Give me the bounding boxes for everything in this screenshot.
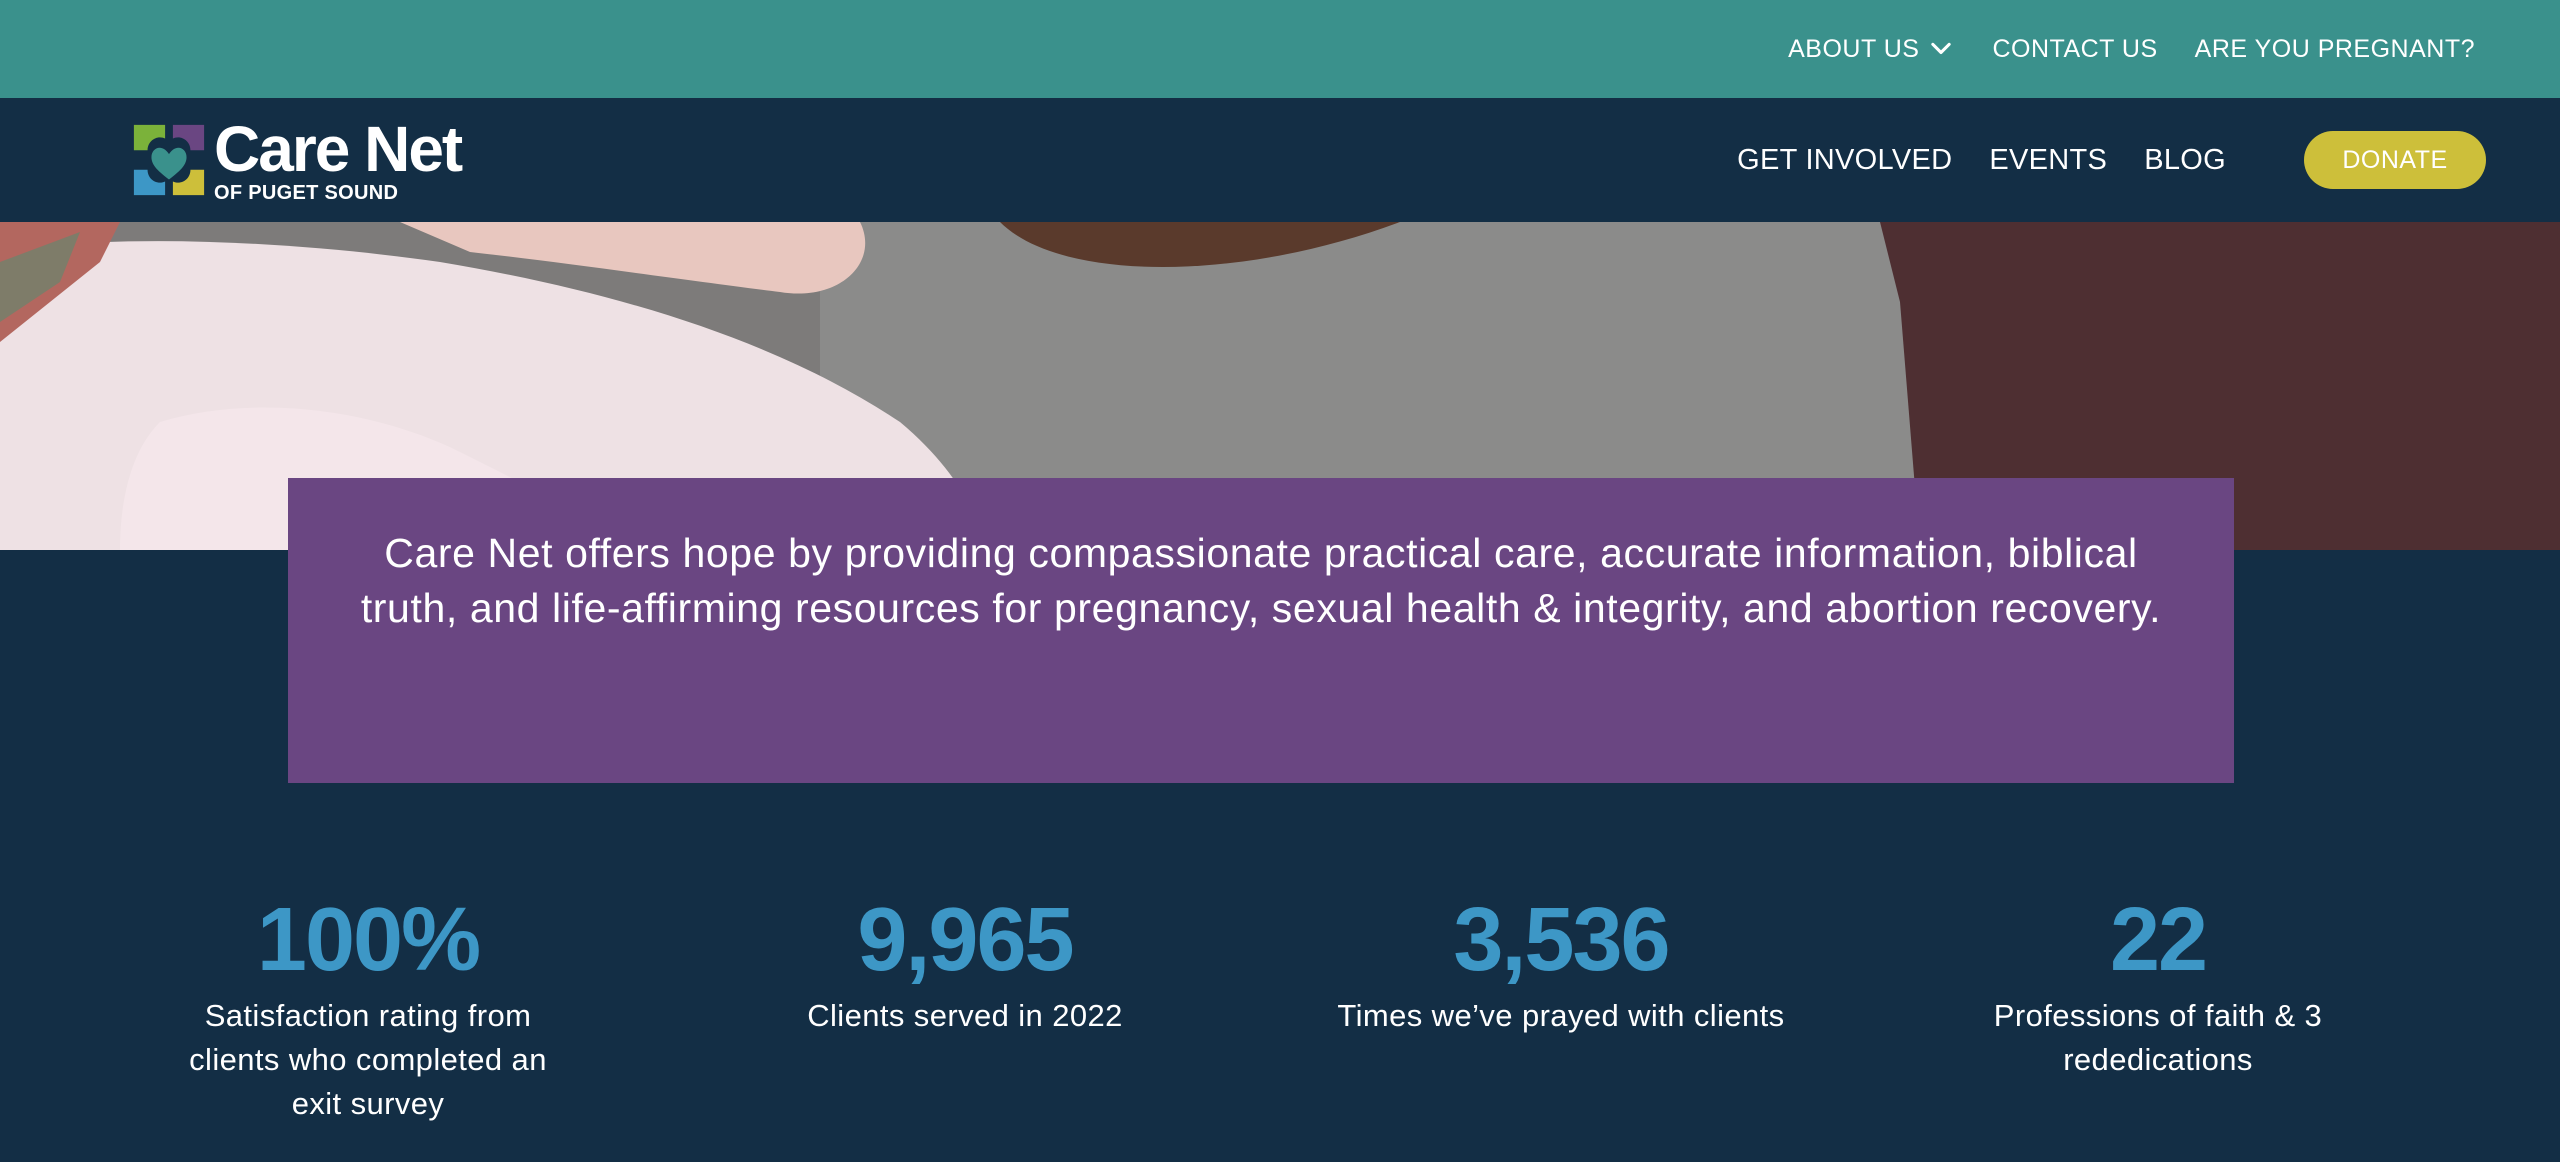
utility-nav: ABOUT US CONTACT US ARE YOU PREGNANT? (1788, 0, 2475, 98)
mission-box: Care Net offers hope by providing compas… (288, 478, 2234, 783)
nav-contact-us[interactable]: CONTACT US (1992, 35, 2157, 64)
stat-satisfaction: 100% Satisfaction rating from clients wh… (88, 890, 648, 1126)
logo-text: Care Net OF PUGET SOUND (214, 113, 463, 204)
stat-caption: Professions of faith & 3 rededications (1993, 998, 2323, 1077)
stat-caption: Clients served in 2022 (807, 998, 1123, 1033)
logo[interactable]: Care Net OF PUGET SOUND (130, 113, 490, 204)
mission-text: Care Net offers hope by providing compas… (360, 530, 2162, 631)
main-nav: GET INVOLVED EVENTS BLOG DONATE (1737, 98, 2560, 222)
logo-subtitle: OF PUGET SOUND (214, 182, 399, 204)
nav-about-us[interactable]: ABOUT US (1788, 35, 1955, 64)
nav-get-involved[interactable]: GET INVOLVED (1737, 144, 1952, 177)
nav-events[interactable]: EVENTS (1989, 144, 2107, 177)
main-header: Care Net OF PUGET SOUND GET INVOLVED EVE… (0, 98, 2560, 222)
nav-are-you-pregnant[interactable]: ARE YOU PREGNANT? (2195, 35, 2475, 64)
stat-clients-served: 9,965 Clients served in 2022 (685, 890, 1245, 1038)
donate-button[interactable]: DONATE (2304, 131, 2486, 189)
stat-professions-of-faith: 22 Professions of faith & 3 rededication… (1878, 890, 2438, 1082)
nav-blog[interactable]: BLOG (2144, 144, 2226, 177)
logo-name: Care Net (214, 113, 463, 185)
stat-number: 9,965 (857, 890, 1074, 990)
nav-about-us-label: ABOUT US (1788, 34, 1920, 63)
stat-number: 22 (2109, 890, 2208, 990)
care-net-heart-logo-icon (133, 124, 205, 196)
stat-prayers: 3,536 Times we’ve prayed with clients (1281, 890, 1841, 1038)
stat-caption: Times we’ve prayed with clients (1337, 998, 1785, 1033)
stat-number: 100% (256, 890, 481, 990)
chevron-down-icon[interactable] (1927, 35, 1955, 63)
stat-caption: Satisfaction rating from clients who com… (189, 998, 547, 1121)
stat-number: 3,536 (1453, 890, 1670, 990)
utility-bar: ABOUT US CONTACT US ARE YOU PREGNANT? (0, 0, 2560, 98)
